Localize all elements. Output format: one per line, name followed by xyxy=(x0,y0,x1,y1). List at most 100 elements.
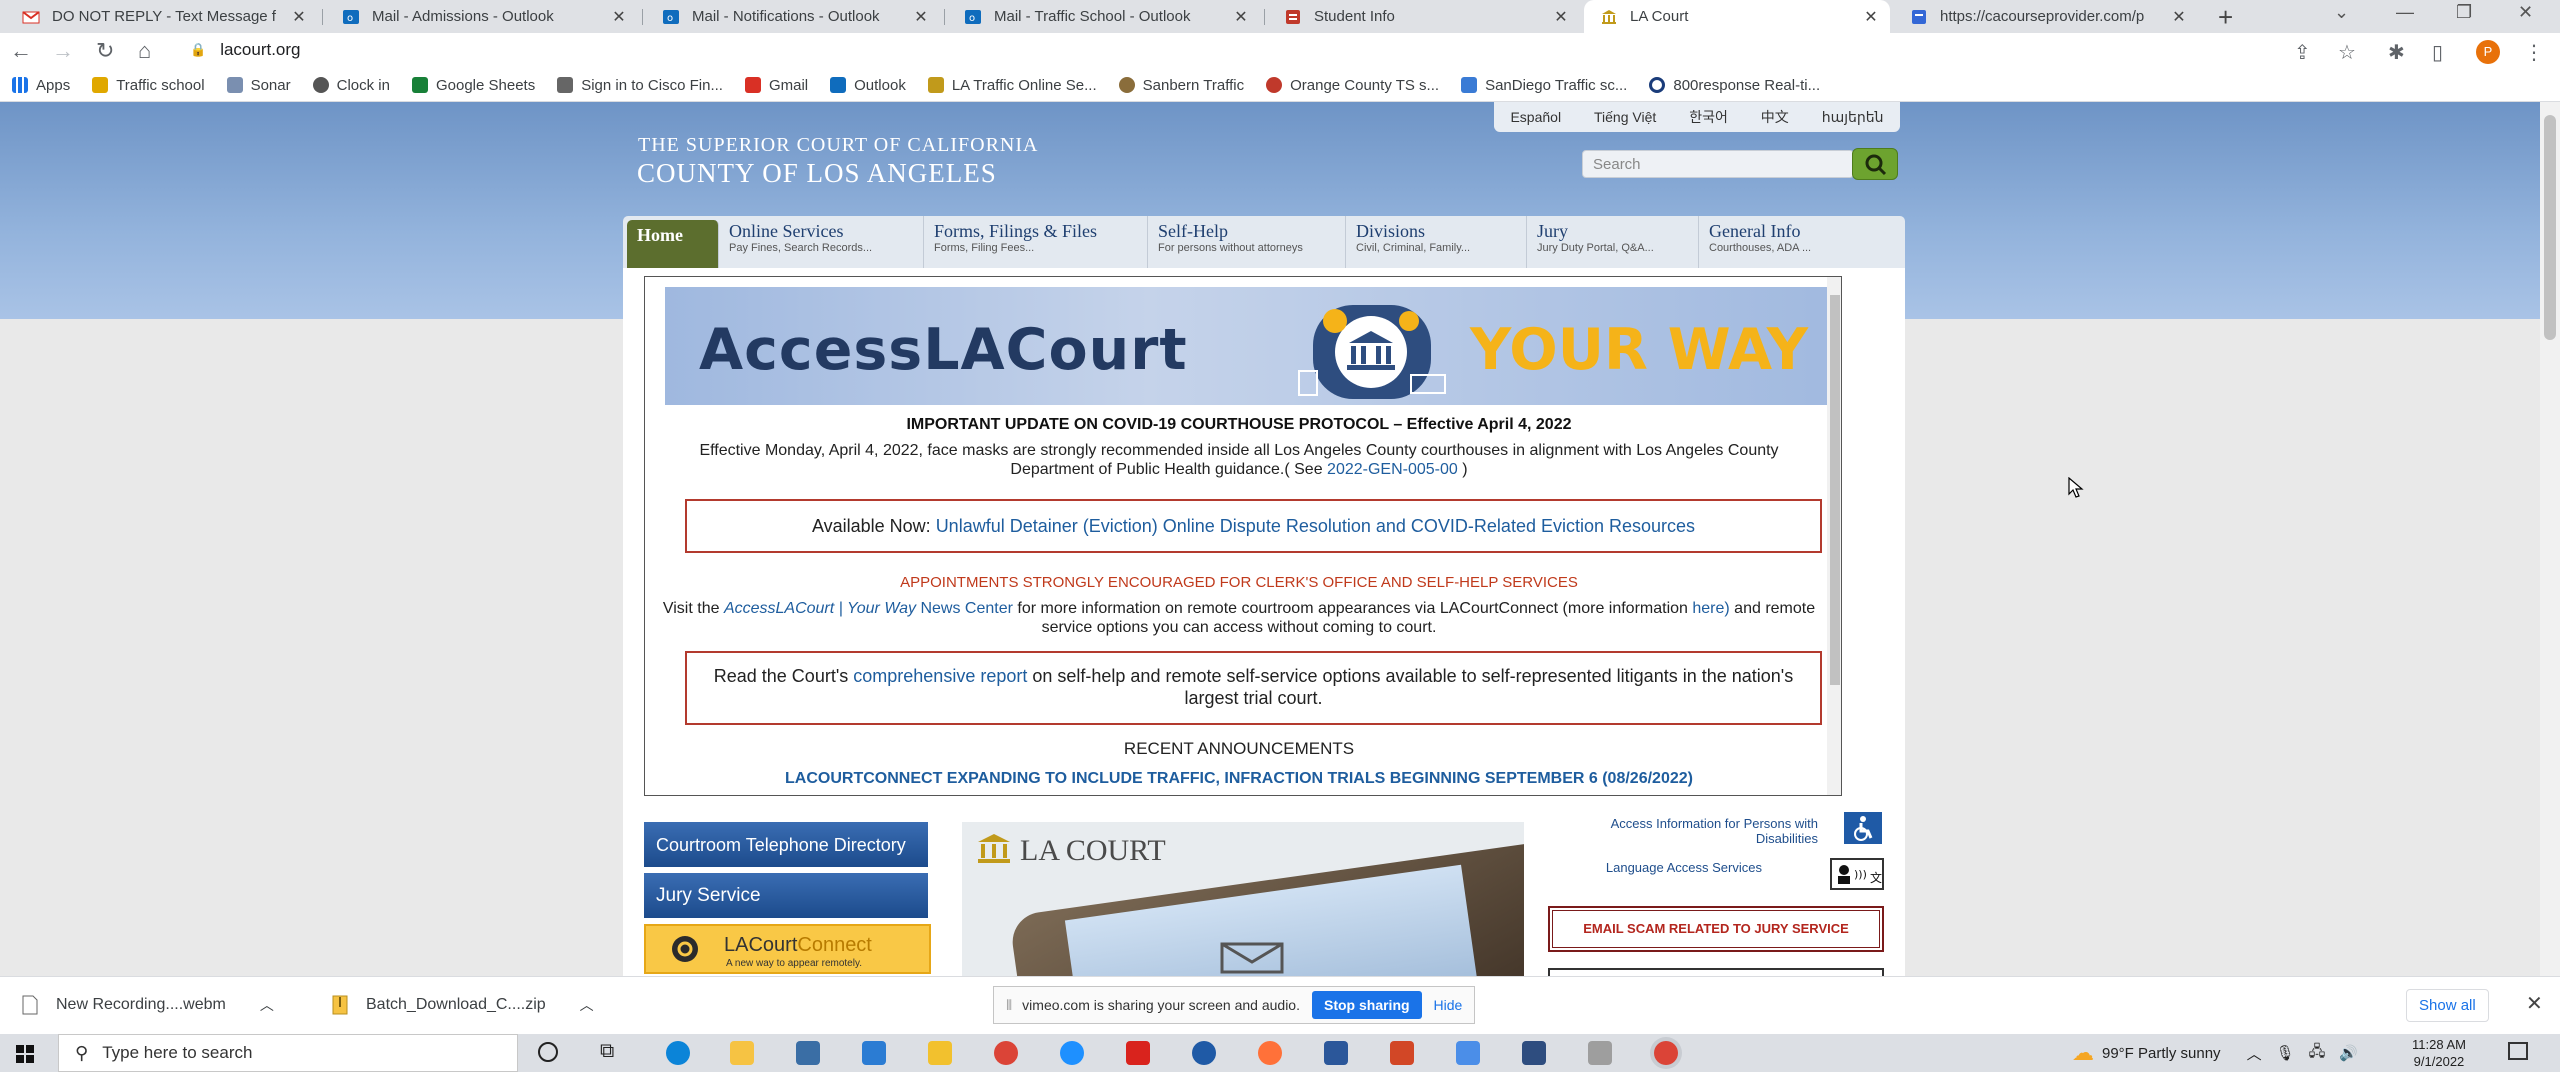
lang-korean[interactable]: 한국어 xyxy=(1689,107,1728,127)
file-explorer-icon[interactable] xyxy=(730,1041,754,1065)
dollar-app-icon[interactable] xyxy=(1192,1041,1216,1065)
notifications-icon[interactable] xyxy=(2508,1042,2528,1060)
court-name-line2[interactable]: COUNTY OF LOS ANGELES xyxy=(637,158,997,189)
weather-text[interactable]: 99°F Partly sunny xyxy=(2102,1045,2221,1062)
acrobat-icon[interactable] xyxy=(1126,1041,1150,1065)
store-icon[interactable] xyxy=(796,1041,820,1065)
tab-search-icon[interactable]: ⌄ xyxy=(2334,2,2349,23)
tab-gmail[interactable]: DO NOT REPLY - Text Message f ✕ xyxy=(6,0,318,33)
forward-icon[interactable]: → xyxy=(52,38,74,64)
tab-outlook-notifications[interactable]: o Mail - Notifications - Outlook ✕ xyxy=(646,0,940,33)
back-icon[interactable]: ← xyxy=(10,38,32,64)
download-item[interactable]: New Recording....webm ︿ xyxy=(22,995,274,1015)
skype-icon[interactable] xyxy=(1060,1041,1084,1065)
close-icon[interactable]: ✕ xyxy=(610,7,628,27)
app-icon[interactable] xyxy=(1588,1041,1612,1065)
lang-armenian[interactable]: հայերեն xyxy=(1822,109,1884,126)
close-icon[interactable]: ✕ xyxy=(290,7,308,27)
tab-outlook-traffic-school[interactable]: o Mail - Traffic School - Outlook ✕ xyxy=(948,0,1260,33)
hide-button[interactable]: Hide xyxy=(1434,997,1463,1013)
tab-student-info[interactable]: Student Info ✕ xyxy=(1268,0,1580,33)
chevron-up-icon[interactable]: ︿ xyxy=(580,995,594,1015)
lang-vietnamese[interactable]: Tiếng Việt xyxy=(1594,109,1656,125)
chrome-active-icon[interactable] xyxy=(1654,1041,1678,1065)
close-download-bar-icon[interactable]: ✕ xyxy=(2526,991,2543,1016)
jury-scam-alert-button[interactable]: EMAIL SCAM RELATED TO JURY SERVICE xyxy=(1548,906,1884,952)
extensions-icon[interactable]: ✱ xyxy=(2388,40,2405,65)
mail-icon[interactable] xyxy=(862,1041,886,1065)
close-icon[interactable]: ✕ xyxy=(2170,7,2188,27)
comprehensive-report-link[interactable]: comprehensive report xyxy=(853,666,1027,686)
bookmark-sanbern[interactable]: Sanbern Traffic xyxy=(1118,77,1244,94)
network-icon[interactable]: 🖧 xyxy=(2309,1041,2326,1066)
tab-outlook-admissions[interactable]: o Mail - Admissions - Outlook ✕ xyxy=(326,0,638,33)
bookmark-gmail[interactable]: Gmail xyxy=(744,77,808,94)
eviction-resources-link[interactable]: Unlawful Detainer (Eviction) Online Disp… xyxy=(936,516,1695,536)
stop-sharing-button[interactable]: Stop sharing xyxy=(1311,991,1422,1019)
chrome-icon[interactable] xyxy=(994,1041,1018,1065)
profile-avatar[interactable]: P xyxy=(2476,40,2500,64)
bookmark-la-traffic[interactable]: LA Traffic Online Se... xyxy=(927,77,1097,94)
nav-divisions[interactable]: Divisions Civil, Criminal, Family... xyxy=(1346,216,1527,268)
scrollbox-scrollbar-thumb[interactable] xyxy=(1830,295,1840,685)
bookmark-google-sheets[interactable]: Google Sheets xyxy=(411,77,535,94)
nav-online-services[interactable]: Online Services Pay Fines, Search Records… xyxy=(719,216,924,268)
task-view-icon[interactable]: ⧉ xyxy=(600,1040,614,1063)
bookmark-traffic-school[interactable]: Traffic school xyxy=(92,77,205,94)
language-access-icon[interactable]: ))) 文 xyxy=(1830,858,1884,890)
firefox-icon[interactable] xyxy=(1258,1041,1282,1065)
sticky-notes-icon[interactable] xyxy=(928,1041,952,1065)
side-panel-icon[interactable]: ▯ xyxy=(2432,40,2443,65)
gen-005-link[interactable]: 2022-GEN-005-00 xyxy=(1327,461,1458,478)
app-icon[interactable] xyxy=(1522,1041,1546,1065)
la-court-promo[interactable]: LA COURT xyxy=(962,822,1524,976)
close-icon[interactable]: ✕ xyxy=(1862,7,1880,27)
bookmark-orange-county[interactable]: Orange County TS s... xyxy=(1266,77,1439,94)
nav-self-help[interactable]: Self-Help For persons without attorneys xyxy=(1148,216,1346,268)
courtroom-directory-button[interactable]: Courtroom Telephone Directory xyxy=(644,822,928,867)
bookmark-apps[interactable]: Apps xyxy=(12,77,70,94)
lacourtconnect-button[interactable]: LACourtConnect A new way to appear remot… xyxy=(644,924,931,974)
tab-cacourseprovider[interactable]: https://cacourseprovider.com/p ✕ xyxy=(1894,0,2198,33)
bookmark-cisco[interactable]: Sign in to Cisco Fin... xyxy=(557,77,723,94)
news-center-link[interactable]: AccessLACourt | Your Way xyxy=(724,600,916,617)
edge-icon[interactable] xyxy=(666,1041,690,1065)
show-all-downloads-button[interactable]: Show all xyxy=(2406,989,2489,1022)
address-bar[interactable]: 🔒 lacourt.org xyxy=(190,40,301,60)
nav-general-info[interactable]: General Info Courthouses, ADA ... xyxy=(1699,216,1899,268)
chevron-up-icon[interactable]: ︿ xyxy=(260,995,274,1015)
bookmark-outlook[interactable]: Outlook xyxy=(830,77,906,94)
word-icon[interactable] xyxy=(1324,1041,1348,1065)
more-info-here-link[interactable]: here) xyxy=(1692,600,1729,617)
bookmark-star-icon[interactable]: ☆ xyxy=(2338,40,2356,65)
volume-icon[interactable]: 🔊 xyxy=(2339,1044,2358,1062)
close-icon[interactable]: ✕ xyxy=(1552,7,1570,27)
reload-icon[interactable]: ↻ xyxy=(96,38,114,64)
microphone-icon[interactable]: 🎙 xyxy=(2276,1044,2295,1062)
tray-chevron-icon[interactable]: ︿ xyxy=(2247,1043,2262,1064)
access-information-link[interactable]: Access Information for Persons with Disa… xyxy=(1548,816,1818,846)
accesslacourt-banner[interactable]: AccessLACourt YOUR WAY xyxy=(665,287,1841,405)
share-icon[interactable]: ⇪ xyxy=(2294,40,2311,65)
bookmark-clock-in[interactable]: Clock in xyxy=(312,77,390,94)
minimize-button[interactable]: — xyxy=(2396,2,2414,23)
home-icon[interactable]: ⌂ xyxy=(138,38,151,64)
app-icon[interactable] xyxy=(1456,1041,1480,1065)
taskbar-search-input[interactable]: ⚲ Type here to search xyxy=(58,1034,518,1072)
jury-service-button[interactable]: Jury Service xyxy=(644,873,928,918)
search-button[interactable] xyxy=(1852,148,1898,180)
close-icon[interactable]: ✕ xyxy=(1232,7,1250,27)
language-access-link[interactable]: Language Access Services xyxy=(1548,860,1762,875)
restore-button[interactable]: ❐ xyxy=(2456,2,2472,23)
drag-handle-icon[interactable]: ⦀ xyxy=(1006,997,1012,1014)
page-scrollbar-thumb[interactable] xyxy=(2544,115,2556,340)
lang-chinese[interactable]: 中文 xyxy=(1761,107,1789,127)
site-search-input[interactable]: Search xyxy=(1582,150,1854,178)
wheelchair-icon[interactable] xyxy=(1844,812,1882,844)
new-tab-button[interactable]: + xyxy=(2218,2,2233,33)
nav-home[interactable]: Home xyxy=(627,220,719,268)
bookmark-sandiego[interactable]: SanDiego Traffic sc... xyxy=(1461,77,1627,94)
announcements-scrollbox[interactable]: AccessLACourt YOUR WAY IMPORTANT UPDATE … xyxy=(644,276,1842,796)
cortana-icon[interactable] xyxy=(538,1042,558,1062)
bookmark-sonar[interactable]: Sonar xyxy=(226,77,291,94)
